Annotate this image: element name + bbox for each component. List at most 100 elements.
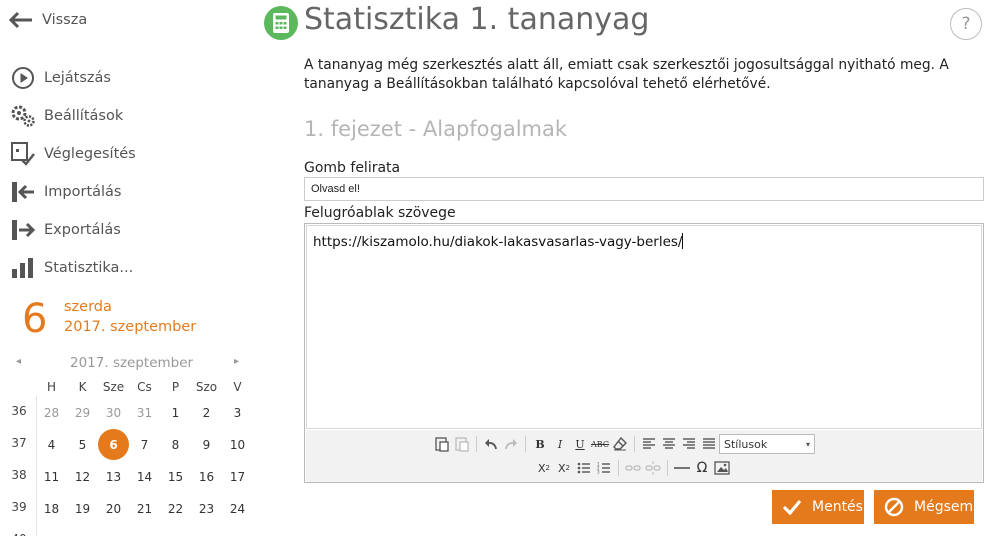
calendar-day[interactable]: 11 [36, 461, 67, 492]
calendar-day[interactable]: 21 [129, 493, 160, 524]
undo-icon[interactable] [481, 434, 501, 454]
weekday-label: K [78, 380, 87, 394]
superscript-icon[interactable]: X2 [554, 458, 574, 478]
cancel-circle-icon [884, 497, 904, 517]
cancel-button[interactable]: Mégsem [874, 490, 974, 524]
calendar-header: ◂ 2017. szeptember ▸ [0, 352, 262, 376]
calendar-day[interactable]: 1 [222, 525, 253, 536]
weekday-label: H [46, 380, 57, 394]
calendar-day[interactable]: 3 [222, 397, 253, 428]
styles-dropdown[interactable]: Stílusok ▾ [719, 434, 815, 454]
toolbar-separator [634, 436, 635, 452]
chapter-title: 1. fejezet - Alapfogalmak [304, 117, 568, 141]
editor-content-area[interactable]: https://kiszamolo.hu/diakok-lakasvasarla… [306, 225, 982, 429]
styles-dropdown-value: Stílusok [724, 437, 768, 451]
calendar-day[interactable]: 8 [160, 429, 191, 460]
sidebar-item-statistics[interactable]: Statisztika... [10, 254, 133, 282]
calendar-day[interactable]: 29 [160, 525, 191, 536]
weekday-label: Szo [195, 380, 218, 394]
image-icon[interactable] [712, 458, 732, 478]
calendar-day[interactable]: 16 [191, 461, 222, 492]
week-number: 36 [11, 404, 27, 418]
subscript-icon[interactable]: X2 [534, 458, 554, 478]
calendar-day-number: 30 [105, 405, 122, 420]
calendar-day[interactable]: 15 [160, 461, 191, 492]
redo-icon[interactable] [501, 434, 521, 454]
strikethrough-icon[interactable]: ABC [590, 434, 610, 454]
sidebar-item-import[interactable]: Importálás [10, 178, 121, 206]
align-justify-icon[interactable] [699, 434, 719, 454]
help-button[interactable]: ? [950, 8, 982, 40]
special-char-icon[interactable]: Ω [692, 458, 712, 478]
svg-text:3: 3 [597, 470, 600, 475]
calendar-divider [36, 396, 37, 536]
calculator-icon [264, 6, 298, 40]
week-number: 38 [11, 468, 27, 482]
back-link[interactable]: Vissza [8, 6, 87, 34]
link-icon[interactable] [623, 458, 643, 478]
sidebar-item-finalize[interactable]: Véglegesítés [10, 140, 136, 168]
calendar-day-number: 23 [198, 501, 215, 516]
calendar-day[interactable]: 10 [222, 429, 253, 460]
calendar-day[interactable]: 29 [67, 397, 98, 428]
italic-icon[interactable]: I [550, 434, 570, 454]
calendar-day[interactable]: 1 [160, 397, 191, 428]
calendar-prev-button[interactable]: ◂ [16, 356, 21, 367]
calendar-day[interactable]: 28 [129, 525, 160, 536]
arrow-left-icon [8, 7, 34, 33]
paste-icon[interactable] [432, 434, 452, 454]
calendar-day[interactable]: 7 [129, 429, 160, 460]
calendar-day[interactable]: 19 [67, 493, 98, 524]
calendar-day[interactable]: 2 [191, 397, 222, 428]
save-button[interactable]: Mentés [772, 490, 864, 524]
toolbar-row-1: B I U ABC Stílusok ▾ [432, 433, 815, 455]
calendar-week-row: 38 11 12 13 14 15 16 17 [0, 460, 262, 492]
current-month-year: 2017. szeptember [64, 319, 197, 335]
paste-word-icon[interactable] [452, 434, 472, 454]
calendar-day[interactable]: 27 [98, 525, 129, 536]
bold-icon[interactable]: B [530, 434, 550, 454]
calendar-day[interactable]: 13 [98, 461, 129, 492]
numbered-list-icon[interactable]: 123 [594, 458, 614, 478]
current-day-number: 6 [22, 296, 48, 342]
sidebar: Vissza Lejátszás Beállítások Véglegesíté… [0, 0, 262, 536]
calendar-day[interactable]: 25 [36, 525, 67, 536]
weekday-label: V [233, 380, 242, 394]
bullet-list-icon[interactable] [574, 458, 594, 478]
calendar-day[interactable]: 12 [67, 461, 98, 492]
calendar-day[interactable]: 30 [98, 397, 129, 428]
calendar-day[interactable]: 5 [67, 429, 98, 460]
align-right-icon[interactable] [679, 434, 699, 454]
sidebar-item-settings[interactable]: Beállítások [10, 102, 123, 130]
calendar-day[interactable]: 22 [160, 493, 191, 524]
horizontal-rule-icon[interactable] [672, 458, 692, 478]
calendar-day-today[interactable]: 6 [98, 429, 129, 460]
calendar-grid: 36 28 29 30 31 1 2 3 37 4 5 6 7 8 9 10 38 11 12 13 14 15 16 17 3… [0, 396, 262, 536]
calendar-day-number: 8 [171, 437, 180, 452]
calendar-day[interactable]: 18 [36, 493, 67, 524]
calendar-day-number: 9 [202, 437, 211, 452]
calendar-day[interactable]: 14 [129, 461, 160, 492]
underline-icon[interactable]: U [570, 434, 590, 454]
sidebar-item-label: Véglegesítés [44, 146, 136, 162]
unlink-icon[interactable] [643, 458, 663, 478]
eraser-icon[interactable] [610, 434, 630, 454]
calendar-day[interactable]: 20 [98, 493, 129, 524]
calendar-day[interactable]: 31 [129, 397, 160, 428]
sidebar-item-play[interactable]: Lejátszás [10, 64, 111, 92]
calendar-day[interactable]: 4 [36, 429, 67, 460]
calendar-day[interactable]: 24 [222, 493, 253, 524]
sidebar-item-export[interactable]: Exportálás [10, 216, 121, 244]
calendar-next-button[interactable]: ▸ [234, 356, 239, 367]
calendar-day[interactable]: 28 [36, 397, 67, 428]
align-left-icon[interactable] [639, 434, 659, 454]
align-center-icon[interactable] [659, 434, 679, 454]
calendar-day[interactable]: 30 [191, 525, 222, 536]
calendar-day[interactable]: 9 [191, 429, 222, 460]
button-label-input[interactable] [304, 177, 984, 201]
calendar-day[interactable]: 17 [222, 461, 253, 492]
calendar-day-number: 22 [167, 501, 184, 516]
calendar-day[interactable]: 23 [191, 493, 222, 524]
sidebar-item-label: Exportálás [44, 222, 121, 238]
calendar-day[interactable]: 26 [67, 525, 98, 536]
